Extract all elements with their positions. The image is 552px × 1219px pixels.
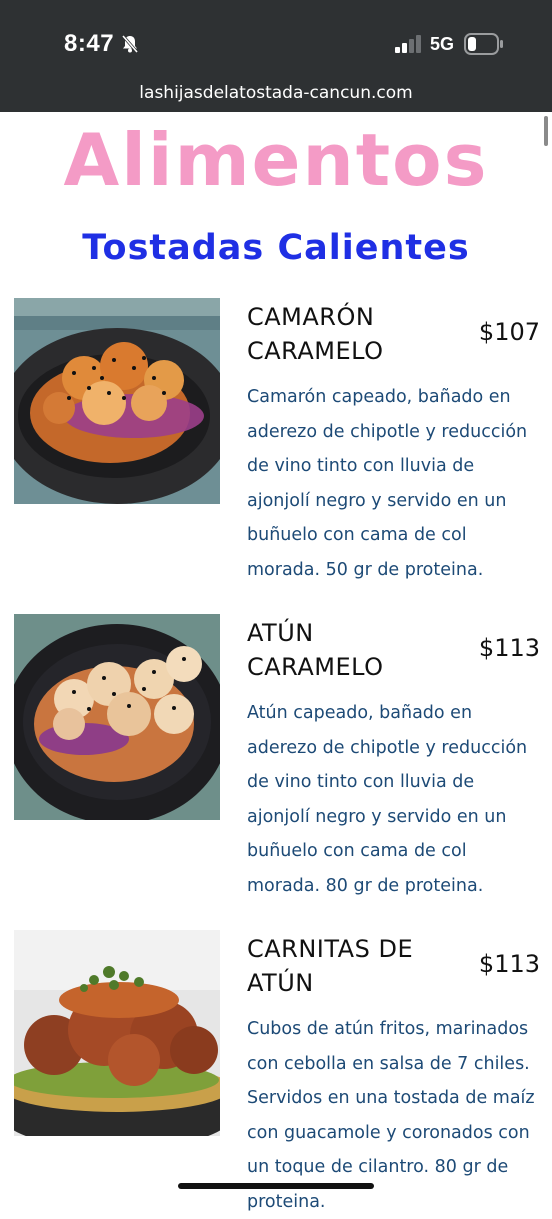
item-name-camaron-caramelo: CAMARÓN CARAMELO <box>247 303 384 365</box>
bell-slash-icon <box>121 35 139 53</box>
battery-icon <box>464 33 503 55</box>
page-title: Alimentos <box>63 118 489 202</box>
item-photo-atun-caramelo <box>14 614 220 820</box>
item-description-atun-caramelo: Atún capeado, bañado en aderezo de chipo… <box>247 703 528 896</box>
item-price-carnitas-de-atun: $113 <box>478 950 540 978</box>
address-bar-url[interactable]: lashijasdelatostada-cancun.com <box>0 83 552 103</box>
item-price-camaron-caramelo: $107 <box>478 318 540 346</box>
status-bar: 8:47 5G lashijasdelatostada-cancun.com <box>0 0 552 112</box>
item-name-carnitas-de-atun: CARNITAS DE ATÚN <box>247 935 414 997</box>
item-description-camaron-caramelo: Camarón capeado, bañado en aderezo de ch… <box>247 387 528 580</box>
item-price-atun-caramelo: $113 <box>478 634 540 662</box>
network-type: 5G <box>430 34 455 54</box>
status-time: 8:47 <box>64 30 115 57</box>
item-photo-carnitas-de-atun <box>14 930 220 1136</box>
home-indicator[interactable] <box>178 1183 374 1189</box>
item-name-atun-caramelo: ATÚN CARAMELO <box>247 619 384 681</box>
signal-icon <box>395 35 421 53</box>
item-photo-camaron-caramelo <box>14 298 220 504</box>
section-title: Tostadas Calientes <box>82 228 470 268</box>
